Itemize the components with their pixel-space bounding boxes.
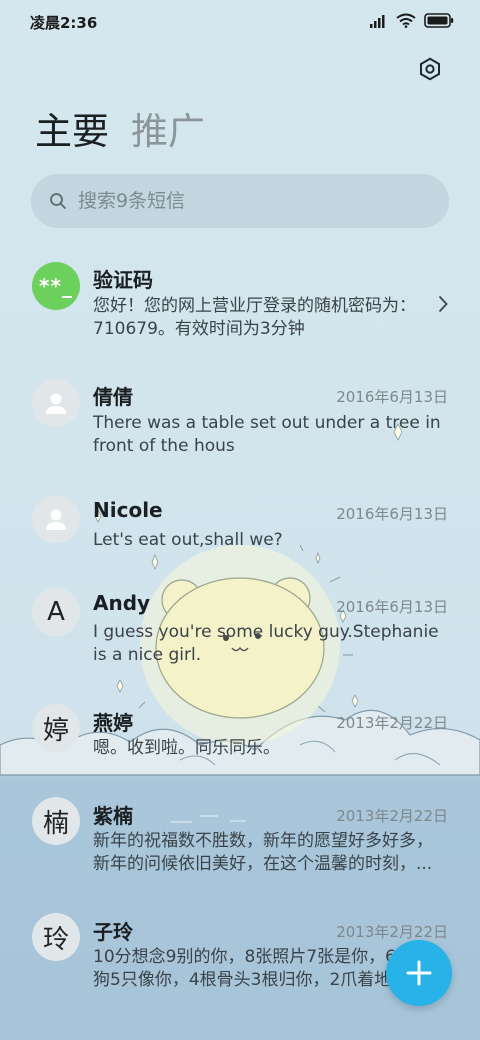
message-preview: 新年的祝福数不胜数，新年的愿望好多好多，新年的问候依旧美好，在这个温馨的时刻，.… xyxy=(93,831,433,874)
message-item-verification[interactable]: **_ 验证码 您好！您的网上营业厅登录的随机密码为：710679。有效时间为3… xyxy=(0,255,480,365)
avatar: 楠 xyxy=(32,797,80,845)
chevron-right-icon[interactable] xyxy=(438,295,448,313)
message-item-andy[interactable]: A Andy 2016年6月13日 I guess you're some lu… xyxy=(0,582,480,692)
plus-icon xyxy=(406,960,432,986)
message-preview: Let's eat out,shall we? xyxy=(93,530,283,550)
person-icon xyxy=(46,393,66,414)
message-preview: 您好！您的网上营业厅登录的随机密码为：710679。有效时间为3分钟 xyxy=(93,296,416,339)
contact-name: 倩倩 xyxy=(93,385,133,409)
message-date: 2016年6月13日 xyxy=(336,388,448,406)
message-date: 2013年2月22日 xyxy=(336,807,448,825)
contact-name: 紫楠 xyxy=(93,804,133,828)
tab-primary[interactable]: 主要 xyxy=(35,108,109,156)
battery-icon xyxy=(424,13,454,28)
avatar: A xyxy=(32,588,80,636)
avatar xyxy=(32,495,80,543)
settings-icon xyxy=(420,57,440,81)
message-date: 2016年6月13日 xyxy=(336,598,448,616)
status-time: 凌晨2:36 xyxy=(30,14,98,32)
person-icon xyxy=(46,509,66,530)
search-input[interactable] xyxy=(78,174,438,228)
message-date: 2013年2月22日 xyxy=(336,714,448,732)
tab-promotions[interactable]: 推广 xyxy=(131,108,205,156)
search-bar[interactable] xyxy=(31,174,449,228)
avatar: 玲 xyxy=(32,913,80,961)
contact-name: Andy xyxy=(93,591,151,615)
search-icon xyxy=(50,193,66,209)
message-date: 2013年2月22日 xyxy=(336,923,448,941)
message-preview: 嗯。收到啦。同乐同乐。 xyxy=(93,738,280,758)
message-item-qianqian[interactable]: 倩倩 2016年6月13日 There was a table set out … xyxy=(0,372,480,482)
contact-name: 验证码 xyxy=(93,268,153,292)
message-item-zinan[interactable]: 楠 紫楠 2013年2月22日 新年的祝福数不胜数，新年的愿望好多好多，新年的问… xyxy=(0,790,480,900)
message-preview: There was a table set out under a tree i… xyxy=(93,413,441,456)
avatar: 婷 xyxy=(32,704,80,752)
tab-bar: 主要 推广 xyxy=(35,108,205,156)
compose-button[interactable] xyxy=(386,940,452,1006)
wifi-icon xyxy=(396,13,416,28)
contact-name: 子玲 xyxy=(93,920,133,944)
message-preview: I guess you're some lucky guy.Stephanie … xyxy=(93,622,439,665)
contact-name: Nicole xyxy=(93,498,163,522)
avatar: **_ xyxy=(32,262,80,310)
settings-button[interactable] xyxy=(414,53,446,85)
signal-icon xyxy=(370,14,385,28)
status-icons xyxy=(370,13,454,28)
status-bar: 凌晨2:36 xyxy=(0,0,480,44)
avatar xyxy=(32,379,80,427)
message-date: 2016年6月13日 xyxy=(336,505,448,523)
contact-name: 燕婷 xyxy=(93,711,133,735)
